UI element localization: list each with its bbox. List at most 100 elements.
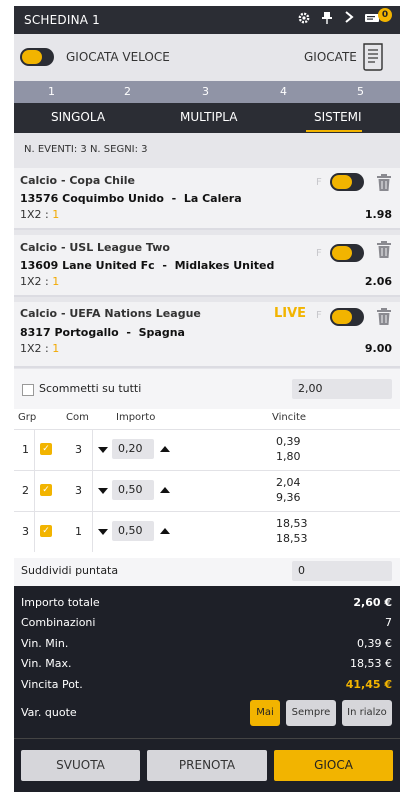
step-3[interactable]: 3 [202, 85, 209, 98]
play-button[interactable]: GIOCA [274, 750, 393, 781]
fixed-label: F [316, 310, 322, 321]
event-home: Lane United Fc [62, 259, 155, 272]
row-importo-input[interactable]: 0,50 [112, 521, 154, 541]
divider [34, 430, 35, 470]
min-win-label: Vin. Min. [21, 637, 69, 650]
event-odd: 2.06 [364, 275, 392, 288]
pin-icon[interactable] [319, 11, 335, 27]
tab-multipla[interactable]: MULTIPLA [180, 110, 237, 124]
split-stake-input[interactable]: 0 [292, 561, 392, 581]
potential-win-label: Vincita Pot. [21, 678, 83, 691]
row-com: 3 [75, 443, 82, 456]
total-stake-label: Importo totale [21, 596, 100, 609]
increase-icon[interactable] [160, 487, 170, 493]
receipt-icon[interactable] [360, 42, 386, 75]
row-vin-min: 2,04 [276, 476, 301, 489]
selection: 1 [52, 208, 60, 221]
bet-all-input[interactable]: 2,00 [292, 379, 392, 399]
event-market: 1X2 : 1 [20, 275, 59, 288]
chevron-right-icon[interactable] [341, 11, 357, 27]
odds-change-rise[interactable]: In rialzo [342, 700, 392, 726]
odds-change-always[interactable]: Sempre [286, 700, 336, 726]
bet-all-label: Scommetti su tutti [39, 382, 142, 395]
selection: 1 [52, 342, 60, 355]
event-market: 1X2 : 1 [20, 342, 59, 355]
odds-change-never[interactable]: Mai [250, 700, 280, 726]
tab-singola[interactable]: SINGOLA [51, 110, 105, 124]
row-checkbox[interactable]: ✓ [40, 525, 52, 537]
clear-button[interactable]: SVUOTA [21, 750, 140, 781]
event-away: La Calera [183, 192, 242, 205]
row-vin-max: 1,80 [276, 450, 301, 463]
systems-table: Grp Com Importo Vincite 1 ✓ 3 0,20 0,39 … [14, 409, 400, 581]
event-match: 13576 Coquimbo Unido - La Calera [20, 192, 242, 205]
event-competition: Calcio - UEFA Nations League [20, 307, 201, 320]
table-row: 3 ✓ 1 0,50 18,53 18,53 [14, 511, 400, 552]
event-match: 13609 Lane United Fc - Midlakes United [20, 259, 275, 272]
col-com: Com [66, 412, 89, 423]
event-home: Coquimbo Unido [62, 192, 164, 205]
increase-icon[interactable] [160, 446, 170, 452]
decrease-icon[interactable] [98, 447, 108, 453]
trash-icon[interactable] [374, 307, 394, 327]
live-badge: LIVE [274, 306, 307, 321]
row-importo-input[interactable]: 0,20 [112, 439, 154, 459]
decrease-icon[interactable] [98, 529, 108, 535]
step-2[interactable]: 2 [124, 85, 131, 98]
summary-divider [14, 738, 400, 739]
fixed-toggle[interactable] [330, 308, 364, 326]
giocate-link[interactable]: GIOCATE [304, 50, 357, 64]
row-checkbox[interactable]: ✓ [40, 443, 52, 455]
divider [34, 512, 35, 552]
gear-icon[interactable] [296, 11, 312, 27]
event-card: Calcio - UEFA Nations League 8317 Portog… [14, 302, 400, 368]
events-info: N. EVENTI: 3 N. SEGNI: 3 [24, 144, 148, 155]
divider [92, 471, 93, 511]
betslip-title: SCHEDINA 1 [24, 13, 101, 27]
step-5[interactable]: 5 [357, 85, 364, 98]
step-1[interactable]: 1 [48, 85, 55, 98]
trash-icon[interactable] [374, 240, 394, 260]
event-code: 13609 [20, 259, 59, 272]
quick-bet-toggle[interactable] [20, 48, 54, 66]
split-stake-label: Suddividi puntata [21, 564, 119, 577]
divider [92, 430, 93, 470]
step-4[interactable]: 4 [280, 85, 287, 98]
event-home: Portogallo [54, 326, 119, 339]
row-grp: 1 [22, 443, 29, 456]
event-market: 1X2 : 1 [20, 208, 59, 221]
quick-bet-label: GIOCATA VELOCE [66, 50, 170, 64]
event-competition: Calcio - USL League Two [20, 241, 170, 254]
fixed-toggle[interactable] [330, 173, 364, 191]
trash-icon[interactable] [374, 173, 394, 193]
split-stake-row: Suddividi puntata 0 [14, 558, 400, 586]
row-grp: 3 [22, 525, 29, 538]
decrease-icon[interactable] [98, 488, 108, 494]
max-win-value: 18,53 € [350, 657, 392, 670]
fixed-label: F [316, 248, 322, 259]
event-card: Calcio - USL League Two 13609 Lane Unite… [14, 235, 400, 297]
row-importo-input[interactable]: 0,50 [112, 480, 154, 500]
toggle-knob [22, 50, 42, 64]
tab-sistemi[interactable]: SISTEMI [314, 110, 362, 124]
event-away: Spagna [138, 326, 185, 339]
row-vin-max: 9,36 [276, 491, 301, 504]
table-row: 2 ✓ 3 0,50 2,04 9,36 [14, 470, 400, 511]
row-vin-max: 18,53 [276, 532, 308, 545]
quick-bet-bar: GIOCATA VELOCE GIOCATE [14, 34, 400, 80]
event-match: 8317 Portogallo - Spagna [20, 326, 185, 339]
event-competition: Calcio - Copa Chile [20, 174, 136, 187]
book-button[interactable]: PRENOTA [147, 750, 267, 781]
row-vin-min: 0,39 [276, 435, 301, 448]
event-odd: 9.00 [364, 342, 392, 355]
bet-all-checkbox[interactable] [22, 384, 34, 396]
combinations-label: Combinazioni [21, 616, 96, 629]
summary-panel: Importo totale 2,60 € Combinazioni 7 Vin… [14, 586, 400, 792]
event-away: Midlakes United [174, 259, 275, 272]
row-checkbox[interactable]: ✓ [40, 484, 52, 496]
col-importo: Importo [116, 412, 156, 423]
increase-icon[interactable] [160, 528, 170, 534]
potential-win-value: 41,45 € [345, 678, 392, 691]
fixed-toggle[interactable] [330, 244, 364, 262]
market-label: 1X2 : [20, 208, 49, 221]
